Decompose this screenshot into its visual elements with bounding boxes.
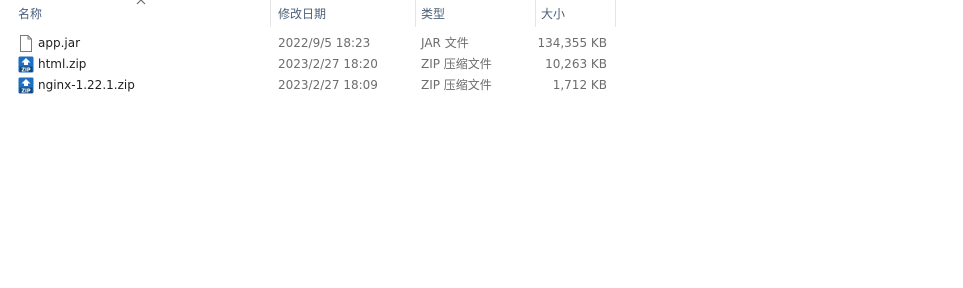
column-divider[interactable] <box>615 0 616 27</box>
column-header-name-label: 名称 <box>18 7 43 21</box>
svg-text:ZIP: ZIP <box>21 88 30 94</box>
file-date: 2022/9/5 18:23 <box>278 36 371 50</box>
column-header-type[interactable]: 类型 <box>415 0 535 27</box>
file-name: nginx-1.22.1.zip <box>38 78 135 92</box>
column-header-date[interactable]: 修改日期 <box>272 0 415 27</box>
zip-archive-icon: ZIP <box>18 77 34 94</box>
file-list: app.jar 2022/9/5 18:23 JAR 文件 134,355 KB… <box>0 33 620 96</box>
column-header-size[interactable]: 大小 <box>535 0 615 27</box>
column-header-size-label: 大小 <box>541 7 566 21</box>
file-name: app.jar <box>38 36 81 50</box>
file-size: 134,355 KB <box>537 36 607 50</box>
column-header-type-label: 类型 <box>421 7 446 21</box>
file-type: JAR 文件 <box>421 36 469 50</box>
file-icon <box>20 35 32 52</box>
file-row[interactable]: app.jar 2022/9/5 18:23 JAR 文件 134,355 KB <box>0 33 620 54</box>
file-type: ZIP 压缩文件 <box>421 57 492 71</box>
file-size: 1,712 KB <box>552 78 607 92</box>
sort-ascending-icon <box>136 0 146 5</box>
column-header-date-label: 修改日期 <box>278 7 327 21</box>
file-type: ZIP 压缩文件 <box>421 78 492 92</box>
file-row[interactable]: ZIP html.zip 2023/2/27 18:20 ZIP 压缩文件 10… <box>0 54 620 75</box>
column-header-bar: 名称 修改日期 类型 大小 <box>0 0 620 27</box>
file-size: 10,263 KB <box>545 57 607 71</box>
zip-archive-icon: ZIP <box>18 56 34 73</box>
svg-text:ZIP: ZIP <box>21 67 30 73</box>
file-name: html.zip <box>38 57 87 71</box>
file-row[interactable]: ZIP nginx-1.22.1.zip 2023/2/27 18:09 ZIP… <box>0 75 620 96</box>
column-divider[interactable] <box>270 0 271 27</box>
file-date: 2023/2/27 18:20 <box>278 57 378 71</box>
file-date: 2023/2/27 18:09 <box>278 78 378 92</box>
